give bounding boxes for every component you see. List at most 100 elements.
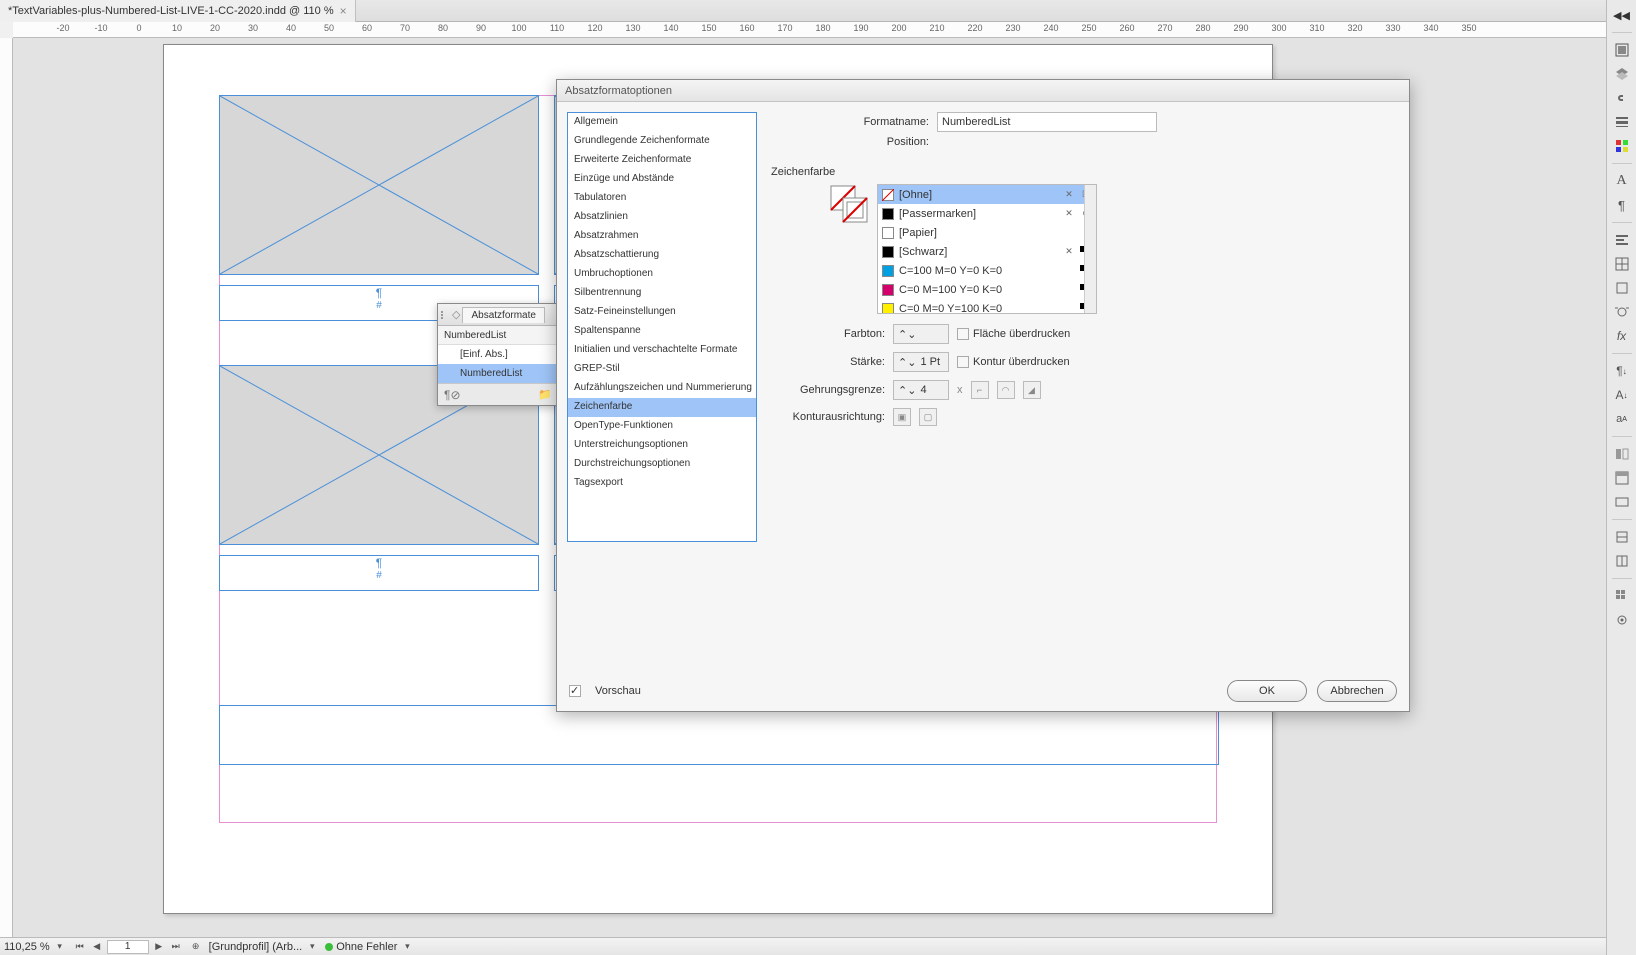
category-item[interactable]: Initialien und verschachtelte Formate	[568, 341, 756, 360]
new-folder-icon[interactable]: 📁	[538, 388, 552, 401]
character-panel-icon[interactable]: A	[1611, 170, 1633, 192]
category-item[interactable]: Absatzrahmen	[568, 227, 756, 246]
swatch-row[interactable]: C=0 M=0 Y=100 K=0	[878, 299, 1096, 314]
stroke-align-center-icon: ▣	[893, 408, 911, 426]
category-item[interactable]: Umbruchoptionen	[568, 265, 756, 284]
open-icon[interactable]: ⊕	[189, 940, 203, 954]
overprint-stroke-checkbox	[957, 356, 969, 368]
overprint-fill-checkbox	[957, 328, 969, 340]
settings-icon[interactable]	[1611, 609, 1633, 631]
text-frame[interactable]: ¶#	[219, 555, 539, 591]
category-item[interactable]: Tagsexport	[568, 474, 756, 493]
dialog-title[interactable]: Absatzformatoptionen	[557, 80, 1409, 102]
paragraph-style-item[interactable]: NumberedList	[438, 364, 558, 383]
ok-button[interactable]: OK	[1227, 680, 1307, 702]
category-item[interactable]: Tabulatoren	[568, 189, 756, 208]
category-item[interactable]: Grundlegende Zeichenformate	[568, 132, 756, 151]
paragraph-panel-icon[interactable]: ¶	[1611, 194, 1633, 216]
document-tab-title: *TextVariables-plus-Numbered-List-LIVE-1…	[8, 5, 334, 17]
weight-field: ⌃⌄1 Pt	[893, 352, 949, 372]
category-item[interactable]: GREP-Stil	[568, 360, 756, 379]
paragraph-styles-panel[interactable]: ◇ Absatzformate NumberedList [Einf. Abs.…	[437, 303, 559, 406]
category-item[interactable]: Allgemein	[568, 113, 756, 132]
links-panel-icon[interactable]	[1611, 87, 1633, 109]
pages-panel-icon[interactable]	[1611, 39, 1633, 61]
table-styles-panel-icon[interactable]	[1611, 467, 1633, 489]
align-panel-icon[interactable]	[1611, 229, 1633, 251]
horizontal-ruler: -20-100102030405060708090100110120130140…	[13, 22, 1606, 38]
category-item[interactable]: Zeichenfarbe	[568, 398, 756, 417]
grid-panel-icon[interactable]	[1611, 585, 1633, 607]
vertical-ruler	[0, 38, 13, 937]
category-item[interactable]: Silbentrennung	[568, 284, 756, 303]
profile-field[interactable]: [Grundprofil] (Arb...▾	[209, 939, 320, 955]
document-tab-bar: *TextVariables-plus-Numbered-List-LIVE-1…	[0, 0, 1636, 22]
zoom-field[interactable]: 110,25 %▾	[4, 939, 67, 955]
stroke-panel-icon[interactable]	[1611, 111, 1633, 133]
preflight-status[interactable]: Ohne Fehler▾	[325, 939, 414, 955]
wide-text-frame[interactable]	[219, 705, 1219, 765]
position-label: Position:	[769, 136, 929, 148]
category-item[interactable]: Einzüge und Abstände	[568, 170, 756, 189]
green-dot-icon	[325, 943, 333, 951]
tint-label: Farbton:	[779, 328, 885, 340]
page-number-input[interactable]	[107, 940, 149, 954]
category-item[interactable]: Satz-Feineinstellungen	[568, 303, 756, 322]
panel-header[interactable]: ◇ Absatzformate	[438, 304, 558, 326]
category-item[interactable]: Spaltenspanne	[568, 322, 756, 341]
panel-footer: ¶⊘ 📁	[438, 383, 558, 405]
swatch-row[interactable]: [Ohne]✕☐	[878, 185, 1096, 204]
panel-tab[interactable]: Absatzformate	[462, 307, 544, 323]
cell-styles-panel-icon[interactable]	[1611, 443, 1633, 465]
image-frame[interactable]	[219, 95, 539, 275]
swatch-row[interactable]: [Papier]	[878, 223, 1096, 242]
swatch-list[interactable]: [Ohne]✕☐[Passermarken]✕⊕[Papier][Schwarz…	[877, 184, 1097, 314]
clear-override-icon[interactable]: ¶⊘	[444, 388, 461, 402]
table-panel-icon[interactable]	[1611, 253, 1633, 275]
panel-icon[interactable]	[1611, 491, 1633, 513]
layers-panel-icon[interactable]	[1611, 63, 1633, 85]
object-styles-panel-icon[interactable]: aA	[1611, 408, 1633, 430]
category-item[interactable]: Durchstreichungsoptionen	[568, 455, 756, 474]
dock-expand-icon[interactable]: ◀◀	[1611, 4, 1633, 26]
category-item[interactable]: Absatzschattierung	[568, 246, 756, 265]
formatname-input[interactable]	[937, 112, 1157, 132]
swatches-panel-icon[interactable]	[1611, 135, 1633, 157]
category-item[interactable]: OpenType-Funktionen	[568, 417, 756, 436]
object-panel-icon[interactable]	[1611, 277, 1633, 299]
preview-checkbox[interactable]	[569, 685, 581, 697]
panel-drag-handle[interactable]	[438, 311, 448, 319]
paragraph-style-options-dialog: Absatzformatoptionen AllgemeinGrundlegen…	[556, 79, 1410, 712]
swatch-row[interactable]: [Passermarken]✕⊕	[878, 204, 1096, 223]
weight-label: Stärke:	[779, 356, 885, 368]
category-list[interactable]: AllgemeinGrundlegende ZeichenformateErwe…	[567, 112, 757, 542]
cancel-button[interactable]: Abbrechen	[1317, 680, 1397, 702]
textwrap-panel-icon[interactable]	[1611, 301, 1633, 323]
document-tab[interactable]: *TextVariables-plus-Numbered-List-LIVE-1…	[0, 0, 356, 22]
right-panel-dock: ◀◀ A ¶ fx ¶↓ A↓ aA	[1606, 0, 1636, 955]
swatch-row[interactable]: C=0 M=100 Y=0 K=0	[878, 280, 1096, 299]
paragraph-styles-panel-icon[interactable]: ¶↓	[1611, 360, 1633, 382]
cjk2-panel-icon[interactable]	[1611, 550, 1633, 572]
category-item[interactable]: Aufzählungszeichen und Nummerierung	[568, 379, 756, 398]
close-tab-icon[interactable]: ×	[340, 5, 347, 17]
prev-page-button[interactable]: ◀	[90, 940, 104, 954]
next-page-button[interactable]: ▶	[152, 940, 166, 954]
category-item[interactable]: Erweiterte Zeichenformate	[568, 151, 756, 170]
swatch-row[interactable]: C=100 M=0 Y=0 K=0	[878, 261, 1096, 280]
category-item[interactable]: Unterstreichungsoptionen	[568, 436, 756, 455]
style-group-header[interactable]: NumberedList	[438, 326, 558, 345]
character-styles-panel-icon[interactable]: A↓	[1611, 384, 1633, 406]
paragraph-style-item[interactable]: [Einf. Abs.]	[438, 345, 558, 364]
cjk-panel-icon[interactable]	[1611, 526, 1633, 548]
scrollbar[interactable]	[1084, 185, 1096, 313]
last-page-button[interactable]: ⏭	[169, 940, 183, 954]
category-item[interactable]: Absatzlinien	[568, 208, 756, 227]
fill-stroke-proxy[interactable]	[829, 184, 869, 224]
section-title: Zeichenfarbe	[771, 166, 1399, 178]
stroke-align-inside-icon: ▢	[919, 408, 937, 426]
swatch-row[interactable]: [Schwarz]✕	[878, 242, 1096, 261]
fx-panel-icon[interactable]: fx	[1611, 325, 1633, 347]
first-page-button[interactable]: ⏮	[73, 940, 87, 954]
miter-label: Gehrungsgrenze:	[779, 384, 885, 396]
